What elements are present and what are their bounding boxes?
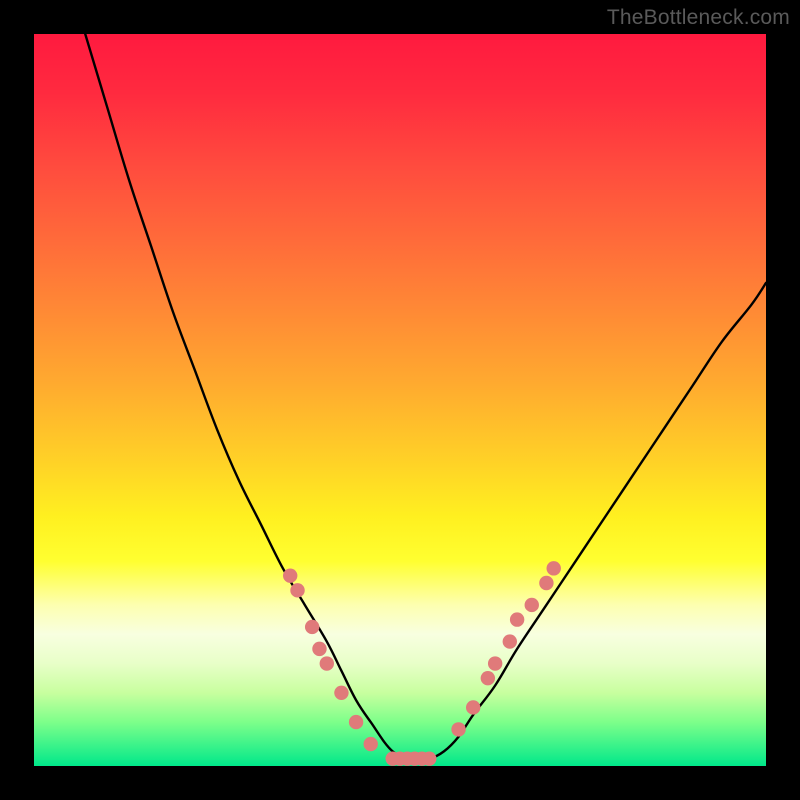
curve-marker [547,561,561,575]
curve-marker [422,751,436,765]
curve-marker [320,656,334,670]
curve-line [85,34,766,760]
curve-marker [305,620,319,634]
curve-marker [283,568,297,582]
curve-marker [488,656,502,670]
curve-marker [466,700,480,714]
curve-marker [334,686,348,700]
plot-area [34,34,766,766]
curve-marker [312,642,326,656]
curve-marker [525,598,539,612]
curve-markers [283,561,561,766]
curve-marker [510,612,524,626]
curve-marker [451,722,465,736]
curve-marker [349,715,363,729]
chart-frame: TheBottleneck.com [0,0,800,800]
curve-marker [481,671,495,685]
curve-marker [539,576,553,590]
chart-svg [34,34,766,766]
curve-marker [503,634,517,648]
curve-marker [290,583,304,597]
watermark-text: TheBottleneck.com [607,6,790,30]
curve-marker [364,737,378,751]
